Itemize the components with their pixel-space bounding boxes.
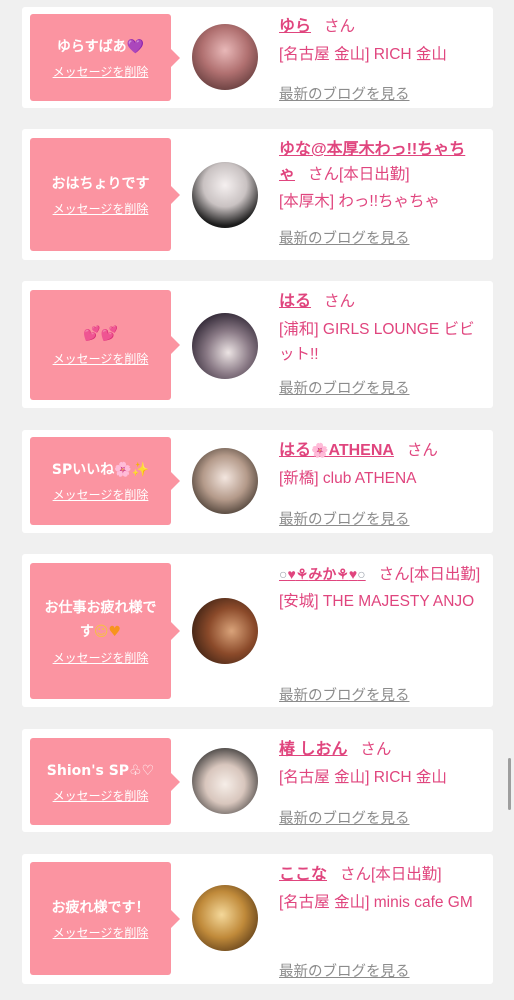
latest-blog-link[interactable]: 最新のブログを見る: [279, 377, 410, 402]
delete-message-link[interactable]: メッセージを削除: [53, 649, 149, 666]
avatar[interactable]: [192, 313, 258, 379]
heart-icon: ♥: [348, 566, 358, 582]
message-card: 💕💕 メッセージを削除 はる さん [浦和] GIRLS LOUNGE ビビット…: [22, 281, 493, 408]
cherry-blossom-icon: 🌸: [114, 462, 132, 478]
profile-info: ここな さん[本日出勤] [名古屋 金山] minis cafe GM 最新のブ…: [279, 862, 484, 980]
purple-heart-icon: 💜: [126, 38, 145, 55]
honorific: さん: [307, 166, 339, 183]
latest-blog-link[interactable]: 最新のブログを見る: [279, 227, 410, 252]
shop-name: [名古屋 金山] RICH 金山: [279, 769, 447, 786]
profile-name-link[interactable]: ここな: [279, 866, 327, 883]
rabbit-icon: ♧: [129, 762, 142, 779]
tulip-icon: ⚘: [336, 566, 349, 582]
delete-message-link[interactable]: メッセージを削除: [53, 63, 149, 80]
profile-info: はる🌸ATHENA さん [新橋] club ATHENA 最新のブログを見る: [279, 438, 484, 528]
message-text: SPいいね: [51, 462, 115, 478]
sparkles-icon: ✨: [131, 462, 150, 478]
smile-icon: ☺: [93, 624, 109, 640]
ring-icon: ○: [357, 566, 366, 582]
latest-blog-link[interactable]: 最新のブログを見る: [279, 508, 410, 533]
shop-name: [新橋] club ATHENA: [279, 470, 417, 487]
latest-blog-link[interactable]: 最新のブログを見る: [279, 807, 410, 832]
latest-blog-link[interactable]: 最新のブログを見る: [279, 83, 410, 108]
message-bubble: ゆらすばあ💜 メッセージを削除: [30, 14, 180, 101]
message-card: お疲れ様です！ メッセージを削除 ここな さん[本日出勤] [名古屋 金山] m…: [22, 854, 493, 984]
message-card: お仕事お疲れ様です☺♥ メッセージを削除 ○♥⚘みか⚘♥○ さん[本日出勤] […: [22, 554, 493, 707]
message-text: Shion's SP: [46, 762, 130, 779]
tulip-icon: ⚘: [295, 566, 309, 582]
profile-name-link[interactable]: はる: [279, 293, 311, 310]
avatar[interactable]: [192, 162, 258, 228]
message-card: ゆらすばあ💜 メッセージを削除 ゆら さん [名古屋 金山] RICH 金山 最…: [22, 7, 493, 108]
delete-message-link[interactable]: メッセージを削除: [53, 486, 149, 503]
profile-info: ○♥⚘みか⚘♥○ さん[本日出勤] [安城] THE MAJESTY ANJO …: [279, 562, 484, 704]
message-bubble: お仕事お疲れ様です☺♥ メッセージを削除: [30, 563, 180, 699]
message-text: ゆらすばあ: [56, 38, 127, 55]
message-bubble: 💕💕 メッセージを削除: [30, 290, 180, 400]
double-hearts-icon: 💕💕: [83, 326, 118, 342]
message-bubble: お疲れ様です！ メッセージを削除: [30, 862, 180, 975]
profile-info: はる さん [浦和] GIRLS LOUNGE ビビット!! 最新のブログを見る: [279, 289, 484, 397]
message-bubble: おはちょりです メッセージを削除: [30, 138, 180, 251]
message-bubble: SPいいね🌸✨ メッセージを削除: [30, 437, 180, 525]
profile-name-link[interactable]: ○♥⚘みか⚘♥○: [279, 566, 366, 582]
honorific: さん: [323, 293, 355, 310]
profile-name: はる: [279, 442, 312, 459]
shop-name: [浦和] GIRLS LOUNGE ビビット!!: [279, 321, 475, 363]
shop-name: [名古屋 金山] minis cafe GM: [279, 894, 473, 911]
profile-name-suffix: ATHENA: [328, 442, 394, 459]
avatar[interactable]: [192, 748, 258, 814]
honorific: さん: [406, 442, 438, 459]
message-bubble: Shion's SP♧♡ メッセージを削除: [30, 738, 180, 825]
message-card: おはちょりです メッセージを削除 ゆな@本厚木わっ!!ちゃちゃ さん[本日出勤]…: [22, 129, 493, 260]
profile-name-link[interactable]: はる🌸ATHENA: [279, 442, 394, 459]
delete-message-link[interactable]: メッセージを削除: [53, 200, 149, 217]
orange-heart-icon: ♥: [108, 624, 122, 640]
profile-name: みか: [308, 566, 337, 582]
message-card: Shion's SP♧♡ メッセージを削除 椿 しおん さん [名古屋 金山] …: [22, 729, 493, 832]
avatar[interactable]: [192, 24, 258, 90]
delete-message-link[interactable]: メッセージを削除: [53, 350, 149, 367]
honorific: さん: [323, 18, 355, 35]
shop-name: [本厚木] わっ!!ちゃちゃ: [279, 193, 441, 210]
message-text: お疲れ様です！: [51, 899, 150, 916]
profile-name-link[interactable]: 椿 しおん: [279, 741, 347, 758]
work-status: [本日出勤]: [409, 566, 481, 583]
latest-blog-link[interactable]: 最新のブログを見る: [279, 960, 410, 985]
profile-name-link[interactable]: ゆら: [279, 18, 311, 35]
delete-message-link[interactable]: メッセージを削除: [53, 787, 149, 804]
heart-icon: ♥: [287, 566, 296, 582]
avatar[interactable]: [192, 885, 258, 951]
profile-info: ゆら さん [名古屋 金山] RICH 金山 最新のブログを見る: [279, 14, 484, 103]
honorific: さん: [378, 566, 410, 583]
avatar[interactable]: [192, 448, 258, 514]
avatar[interactable]: [192, 598, 258, 664]
message-card: SPいいね🌸✨ メッセージを削除 はる🌸ATHENA さん [新橋] club …: [22, 430, 493, 533]
profile-info: ゆな@本厚木わっ!!ちゃちゃ さん[本日出勤] [本厚木] わっ!!ちゃちゃ 最…: [279, 137, 484, 247]
honorific: さん: [360, 741, 392, 758]
work-status: [本日出勤]: [338, 166, 410, 183]
message-text: おはちょりです: [51, 175, 150, 192]
work-status: [本日出勤]: [370, 866, 442, 883]
scrollbar[interactable]: [508, 758, 511, 810]
honorific: さん: [339, 866, 371, 883]
white-heart-icon: ♡: [141, 762, 155, 779]
shop-name: [安城] THE MAJESTY ANJO: [279, 593, 475, 610]
shop-name: [名古屋 金山] RICH 金山: [279, 46, 447, 63]
cherry-blossom-icon: 🌸: [311, 442, 329, 458]
latest-blog-link[interactable]: 最新のブログを見る: [279, 684, 410, 709]
profile-info: 椿 しおん さん [名古屋 金山] RICH 金山 最新のブログを見る: [279, 737, 484, 827]
delete-message-link[interactable]: メッセージを削除: [53, 924, 149, 941]
